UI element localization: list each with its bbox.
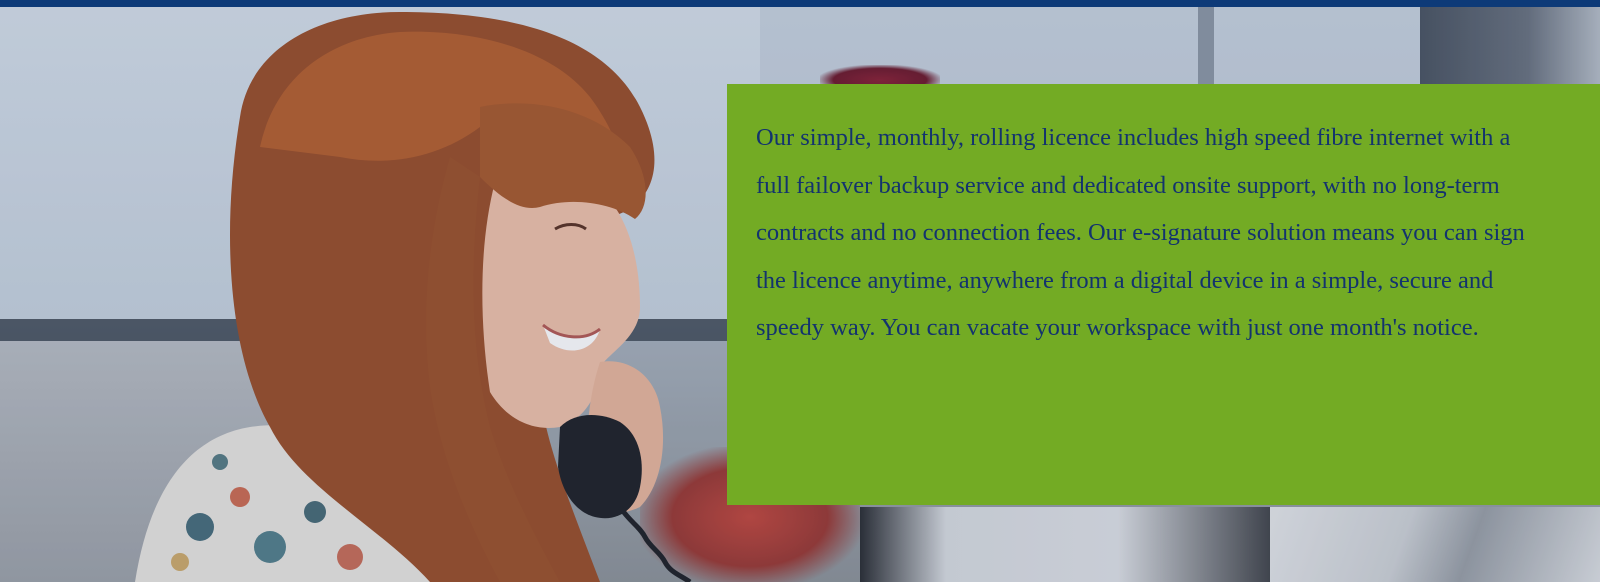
top-accent-bar: [0, 0, 1600, 7]
hero-section: Our simple, monthly, rolling licence inc…: [0, 0, 1600, 582]
licence-info-text: Our simple, monthly, rolling licence inc…: [756, 124, 1525, 341]
licence-info-panel: Our simple, monthly, rolling licence inc…: [727, 84, 1600, 505]
